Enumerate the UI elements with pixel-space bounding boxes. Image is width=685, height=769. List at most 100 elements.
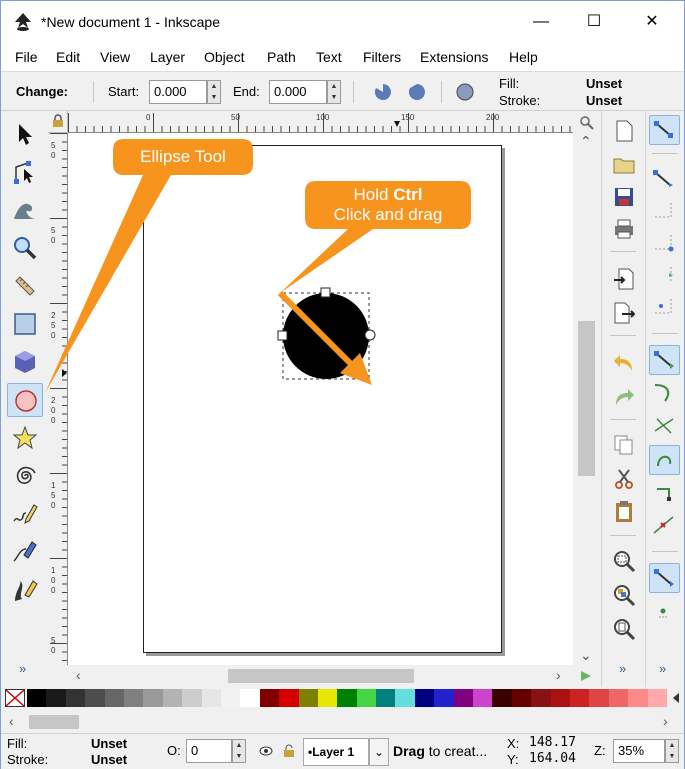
palette-swatch[interactable] — [589, 689, 610, 707]
snap-bbox-midpoints-toggle[interactable] — [649, 261, 680, 291]
ruler-corner[interactable] — [48, 111, 68, 133]
make-whole-icon[interactable] — [455, 82, 475, 102]
palette-swatch[interactable] — [298, 689, 319, 707]
palette-swatch[interactable] — [240, 689, 261, 707]
close-button[interactable]: ✕ — [629, 9, 675, 37]
scroll-right-icon[interactable]: › — [556, 667, 561, 683]
menu-filters[interactable]: Filters — [363, 49, 401, 65]
canvas-vertical-scrollbar[interactable]: ⌃ ⌄ — [573, 111, 599, 665]
palette-swatch[interactable] — [453, 689, 474, 707]
snap-smooth-nodes-toggle[interactable] — [649, 479, 680, 509]
snap-bbox-toggle[interactable] — [649, 165, 680, 195]
copy-icon[interactable] — [612, 433, 636, 457]
open-folder-icon[interactable] — [612, 153, 636, 177]
commands-more-button[interactable]: » — [619, 661, 626, 676]
undo-icon[interactable] — [612, 351, 636, 375]
palette-swatch[interactable] — [182, 689, 203, 707]
minimize-button[interactable]: — — [518, 9, 564, 37]
zoom-input[interactable]: 35% — [613, 739, 665, 763]
no-paint-swatch-icon[interactable] — [5, 689, 25, 707]
palette-swatch[interactable] — [220, 689, 241, 707]
switch-to-slice-icon[interactable] — [373, 82, 393, 102]
palette-swatch[interactable] — [492, 689, 513, 707]
import-icon[interactable] — [612, 267, 636, 291]
snap-others-toggle[interactable] — [649, 563, 680, 593]
palette-swatch[interactable] — [647, 689, 668, 707]
menu-extensions[interactable]: Extensions — [420, 49, 488, 65]
palette-swatch[interactable] — [201, 689, 222, 707]
paste-clipboard-icon[interactable] — [612, 499, 636, 523]
horizontal-scroll-thumb[interactable] — [228, 669, 414, 683]
menu-object[interactable]: Object — [204, 49, 244, 65]
new-document-icon[interactable] — [612, 119, 636, 143]
palette-swatch[interactable] — [414, 689, 435, 707]
palette-swatch[interactable] — [628, 689, 649, 707]
tool-calligraphy[interactable] — [7, 573, 43, 607]
palette-swatch[interactable] — [531, 689, 552, 707]
tool-spiral[interactable] — [7, 459, 43, 493]
tool-pencil[interactable] — [7, 497, 43, 531]
toggle-visibility-eye-icon[interactable] — [259, 744, 273, 758]
snap-bbox-corners-toggle[interactable] — [649, 229, 680, 259]
scroll-down-icon[interactable]: ⌄ — [580, 647, 592, 664]
menu-edit[interactable]: Edit — [56, 49, 80, 65]
palette-swatch[interactable] — [143, 689, 164, 707]
cut-scissors-icon[interactable] — [612, 467, 636, 491]
maximize-button[interactable]: ☐ — [571, 9, 617, 37]
palette-swatch[interactable] — [550, 689, 571, 707]
vertical-scroll-thumb[interactable] — [578, 321, 595, 476]
horizontal-ruler[interactable]: 0 50 100 150 200 — [68, 111, 573, 133]
switch-to-arc-icon[interactable] — [407, 82, 427, 102]
zoom-corner-icon[interactable] — [579, 115, 595, 131]
print-icon[interactable] — [612, 217, 636, 241]
palette-swatch[interactable] — [46, 689, 67, 707]
palette-swatch[interactable] — [259, 689, 280, 707]
snap-paths-toggle[interactable] — [649, 379, 680, 409]
color-management-icon[interactable] — [579, 669, 593, 683]
snap-midpoints-toggle[interactable] — [649, 511, 680, 541]
status-fill-value[interactable]: Unset — [91, 736, 127, 751]
layer-dropdown-chevron-icon[interactable]: ⌄ — [369, 738, 389, 766]
start-spinner[interactable]: ▲ ▼ — [207, 80, 221, 104]
palette-scrollbar[interactable]: ‹ › — [1, 711, 684, 733]
redo-icon[interactable] — [612, 385, 636, 409]
palette-swatch[interactable] — [395, 689, 416, 707]
end-input[interactable]: 0.000 — [269, 80, 327, 104]
zoom-drawing-icon[interactable] — [612, 583, 636, 607]
snap-enable-toggle[interactable] — [649, 115, 680, 145]
end-spinner[interactable]: ▲ ▼ — [327, 80, 341, 104]
toggle-lock-icon[interactable] — [283, 744, 295, 758]
palette-scroll-thumb[interactable] — [29, 715, 79, 729]
palette-swatch[interactable] — [337, 689, 358, 707]
palette-scroll-left-icon[interactable]: ‹ — [9, 713, 14, 729]
zoom-selection-icon[interactable] — [612, 549, 636, 573]
palette-swatch[interactable] — [162, 689, 183, 707]
palette-scroll-right-icon[interactable]: › — [663, 713, 668, 729]
snap-bbox-edges-toggle[interactable] — [649, 197, 680, 227]
snap-object-centers-toggle[interactable] — [649, 597, 680, 627]
snap-intersections-toggle[interactable] — [649, 411, 680, 441]
menu-help[interactable]: Help — [509, 49, 538, 65]
zoom-spinner[interactable]: ▲ ▼ — [665, 739, 679, 763]
menu-text[interactable]: Text — [316, 49, 342, 65]
palette-swatch[interactable] — [279, 689, 299, 707]
snap-cusp-nodes-toggle[interactable] — [649, 445, 680, 475]
palette-swatch[interactable] — [511, 689, 532, 707]
palette-menu-icon[interactable] — [671, 691, 681, 705]
toolbox-more-button[interactable]: » — [19, 661, 26, 676]
palette-swatch[interactable] — [123, 689, 144, 707]
zoom-page-icon[interactable] — [612, 617, 636, 641]
scroll-left-icon[interactable]: ‹ — [76, 667, 81, 683]
palette-swatch[interactable] — [608, 689, 629, 707]
snap-more-button[interactable]: » — [659, 661, 666, 676]
opacity-spinner[interactable]: ▲ ▼ — [232, 739, 246, 763]
palette-swatch[interactable] — [473, 689, 493, 707]
export-icon[interactable] — [612, 301, 636, 325]
menu-file[interactable]: File — [15, 49, 38, 65]
scroll-up-icon[interactable]: ⌃ — [580, 133, 592, 150]
opacity-input[interactable]: 0 — [186, 739, 232, 763]
palette-swatch[interactable] — [376, 689, 396, 707]
tool-pen[interactable] — [7, 535, 43, 569]
current-layer-select[interactable]: •Layer 1 — [303, 738, 369, 766]
snap-bbox-centers-toggle[interactable] — [649, 293, 680, 323]
